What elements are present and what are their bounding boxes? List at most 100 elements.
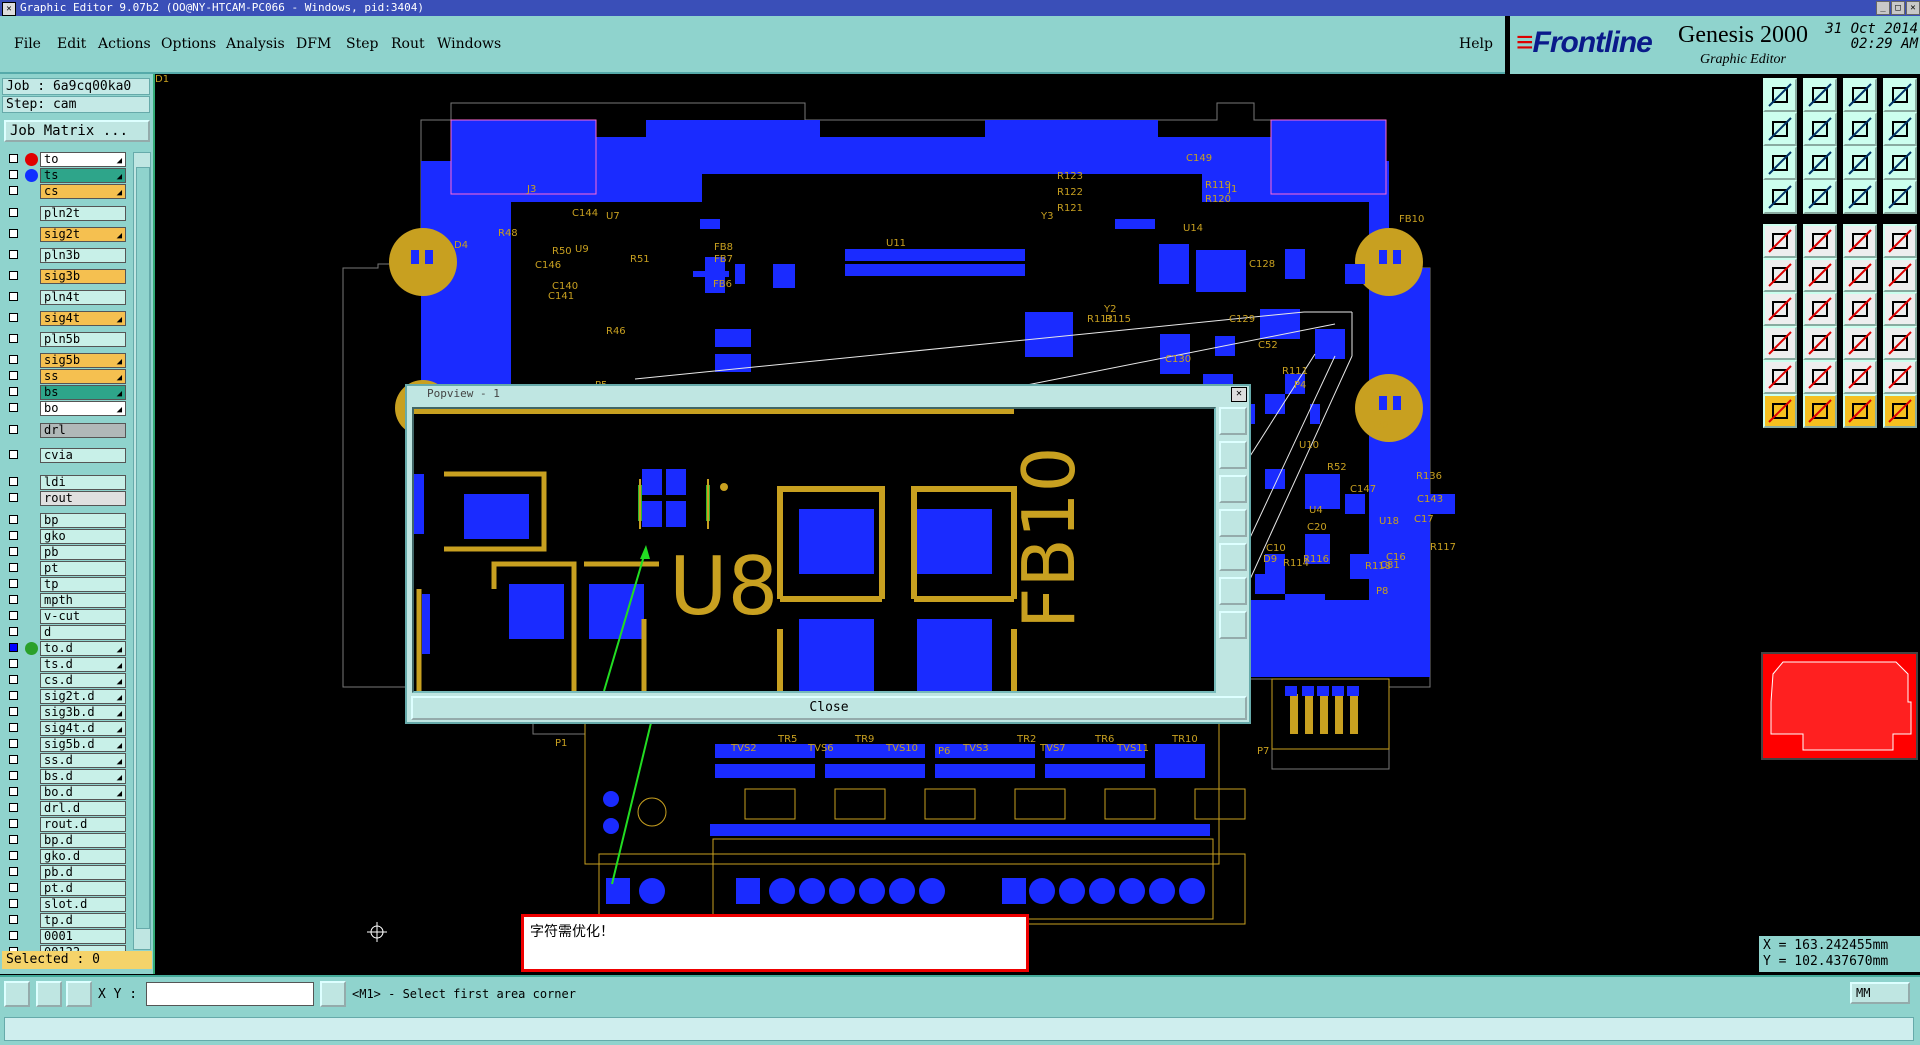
command-input[interactable] xyxy=(4,1017,1914,1041)
layer-name[interactable]: sig5b.d ◢ xyxy=(40,737,126,752)
layer-menu-icon[interactable]: ◢ xyxy=(117,356,122,369)
line-icon[interactable] xyxy=(1803,224,1837,258)
layer-checkbox[interactable] xyxy=(9,425,18,434)
layer-checkbox[interactable] xyxy=(9,931,18,940)
layer-name[interactable]: pb xyxy=(40,545,126,560)
layer-row[interactable]: pln4t xyxy=(3,290,127,305)
layer-name[interactable]: sig4t ◢ xyxy=(40,311,126,326)
layer-checkbox[interactable] xyxy=(9,915,18,924)
xy-input[interactable] xyxy=(146,982,314,1006)
layer-row[interactable]: sig3b.d ◢ xyxy=(3,705,127,720)
layer-name[interactable]: bs.d ◢ xyxy=(40,769,126,784)
popview-close-button[interactable]: Close xyxy=(411,696,1247,720)
grid-icon[interactable] xyxy=(66,981,92,1007)
menu-actions[interactable]: Actions xyxy=(98,36,151,52)
layer-name[interactable]: sig2t ◢ xyxy=(40,227,126,242)
layer-checkbox[interactable] xyxy=(9,477,18,486)
layout-icon[interactable] xyxy=(1883,78,1917,112)
layer-row[interactable]: rout xyxy=(3,491,127,506)
popview-tool-3[interactable] xyxy=(1219,475,1247,503)
layer-menu-icon[interactable]: ◢ xyxy=(117,692,122,705)
layer-checkbox[interactable] xyxy=(9,899,18,908)
layer-menu-icon[interactable]: ◢ xyxy=(117,644,122,657)
layer-name[interactable]: mpth xyxy=(40,593,126,608)
layer-row[interactable]: sig5b ◢ xyxy=(3,353,127,368)
layer-menu-icon[interactable]: ◢ xyxy=(117,155,122,168)
window-menu-icon[interactable]: ✕ xyxy=(2,2,16,16)
layer-row[interactable]: pb xyxy=(3,545,127,560)
layer-row[interactable]: tp.d xyxy=(3,913,127,928)
layer-row[interactable]: sig4t.d ◢ xyxy=(3,721,127,736)
layer-checkbox[interactable] xyxy=(9,579,18,588)
layer-name[interactable]: cs.d ◢ xyxy=(40,673,126,688)
layer-name[interactable]: pb.d xyxy=(40,865,126,880)
layer-checkbox[interactable] xyxy=(9,867,18,876)
layer-name[interactable]: pln2t xyxy=(40,206,126,221)
layer-menu-icon[interactable]: ◢ xyxy=(117,187,122,200)
layer-checkbox[interactable] xyxy=(9,355,18,364)
pointer-icon[interactable] xyxy=(1763,394,1797,428)
layer-row[interactable]: bs ◢ xyxy=(3,385,127,400)
layer-menu-icon[interactable]: ◢ xyxy=(117,660,122,673)
layer-name[interactable]: d xyxy=(40,625,126,640)
shape-icon[interactable] xyxy=(1883,360,1917,394)
layer-checkbox[interactable] xyxy=(9,154,18,163)
ratio-icon[interactable] xyxy=(1843,146,1877,180)
layer-name[interactable]: ts.d ◢ xyxy=(40,657,126,672)
layer-name[interactable]: sig4t.d ◢ xyxy=(40,721,126,736)
frame-icon[interactable] xyxy=(1843,326,1877,360)
layer-name[interactable]: 0001 xyxy=(40,929,126,944)
menu-help[interactable]: Help xyxy=(1459,36,1493,52)
layer-name[interactable]: pt xyxy=(40,561,126,576)
layer-row[interactable]: d xyxy=(3,625,127,640)
layer-checkbox[interactable] xyxy=(9,707,18,716)
poly-icon[interactable] xyxy=(1763,360,1797,394)
layer-row[interactable]: sig2t ◢ xyxy=(3,227,127,242)
layer-checkbox[interactable] xyxy=(9,563,18,572)
layer-row[interactable]: sig4t ◢ xyxy=(3,311,127,326)
copy-icon[interactable] xyxy=(1883,326,1917,360)
layer-checkbox[interactable] xyxy=(9,675,18,684)
layer-checkbox[interactable] xyxy=(9,493,18,502)
popview-tool-2[interactable] xyxy=(1219,441,1247,469)
layer-row[interactable]: drl.d xyxy=(3,801,127,816)
status-tool-2[interactable] xyxy=(36,981,62,1007)
layer-row[interactable]: to.d ◢ xyxy=(3,641,127,656)
layer-name[interactable]: v-cut xyxy=(40,609,126,624)
layer-name[interactable]: cs ◢ xyxy=(40,184,126,199)
layer-name[interactable]: sig3b xyxy=(40,269,126,284)
layer-name[interactable]: cvia xyxy=(40,448,126,463)
layer-checkbox[interactable] xyxy=(9,170,18,179)
job-matrix-button[interactable]: Job Matrix ... xyxy=(4,120,150,142)
layer-checkbox[interactable] xyxy=(9,292,18,301)
menu-edit[interactable]: Edit xyxy=(57,36,86,52)
layer-checkbox[interactable] xyxy=(9,547,18,556)
layer-row[interactable]: cs.d ◢ xyxy=(3,673,127,688)
layer-checkbox[interactable] xyxy=(9,208,18,217)
draw-diag-icon[interactable] xyxy=(1803,292,1837,326)
next-icon[interactable] xyxy=(1803,112,1837,146)
menu-windows[interactable]: Windows xyxy=(437,36,501,52)
layer-checkbox[interactable] xyxy=(9,250,18,259)
layer-row[interactable]: bo.d ◢ xyxy=(3,785,127,800)
layer-checkbox[interactable] xyxy=(9,229,18,238)
layer-row[interactable]: pb.d xyxy=(3,865,127,880)
layer-menu-icon[interactable]: ◢ xyxy=(117,708,122,721)
home-icon[interactable] xyxy=(1843,78,1877,112)
popview-tool-6[interactable] xyxy=(1219,577,1247,605)
layer-row[interactable]: bp xyxy=(3,513,127,528)
layer-row[interactable]: to ◢ xyxy=(3,152,127,167)
layer-checkbox[interactable] xyxy=(9,313,18,322)
layer-name[interactable]: bs ◢ xyxy=(40,385,126,400)
layer-checkbox[interactable] xyxy=(9,787,18,796)
layer-row[interactable]: pt.d xyxy=(3,881,127,896)
layer-row[interactable]: bp.d xyxy=(3,833,127,848)
snap-icon[interactable] xyxy=(1843,180,1877,214)
board-overview[interactable] xyxy=(1761,652,1918,760)
layer-row[interactable]: pln3b xyxy=(3,248,127,263)
rotate-icon[interactable] xyxy=(1843,292,1877,326)
layer-checkbox[interactable] xyxy=(9,387,18,396)
layer-menu-icon[interactable]: ◢ xyxy=(117,740,122,753)
layer-name[interactable]: pln4t xyxy=(40,290,126,305)
popview-tool-7[interactable] xyxy=(1219,611,1247,639)
